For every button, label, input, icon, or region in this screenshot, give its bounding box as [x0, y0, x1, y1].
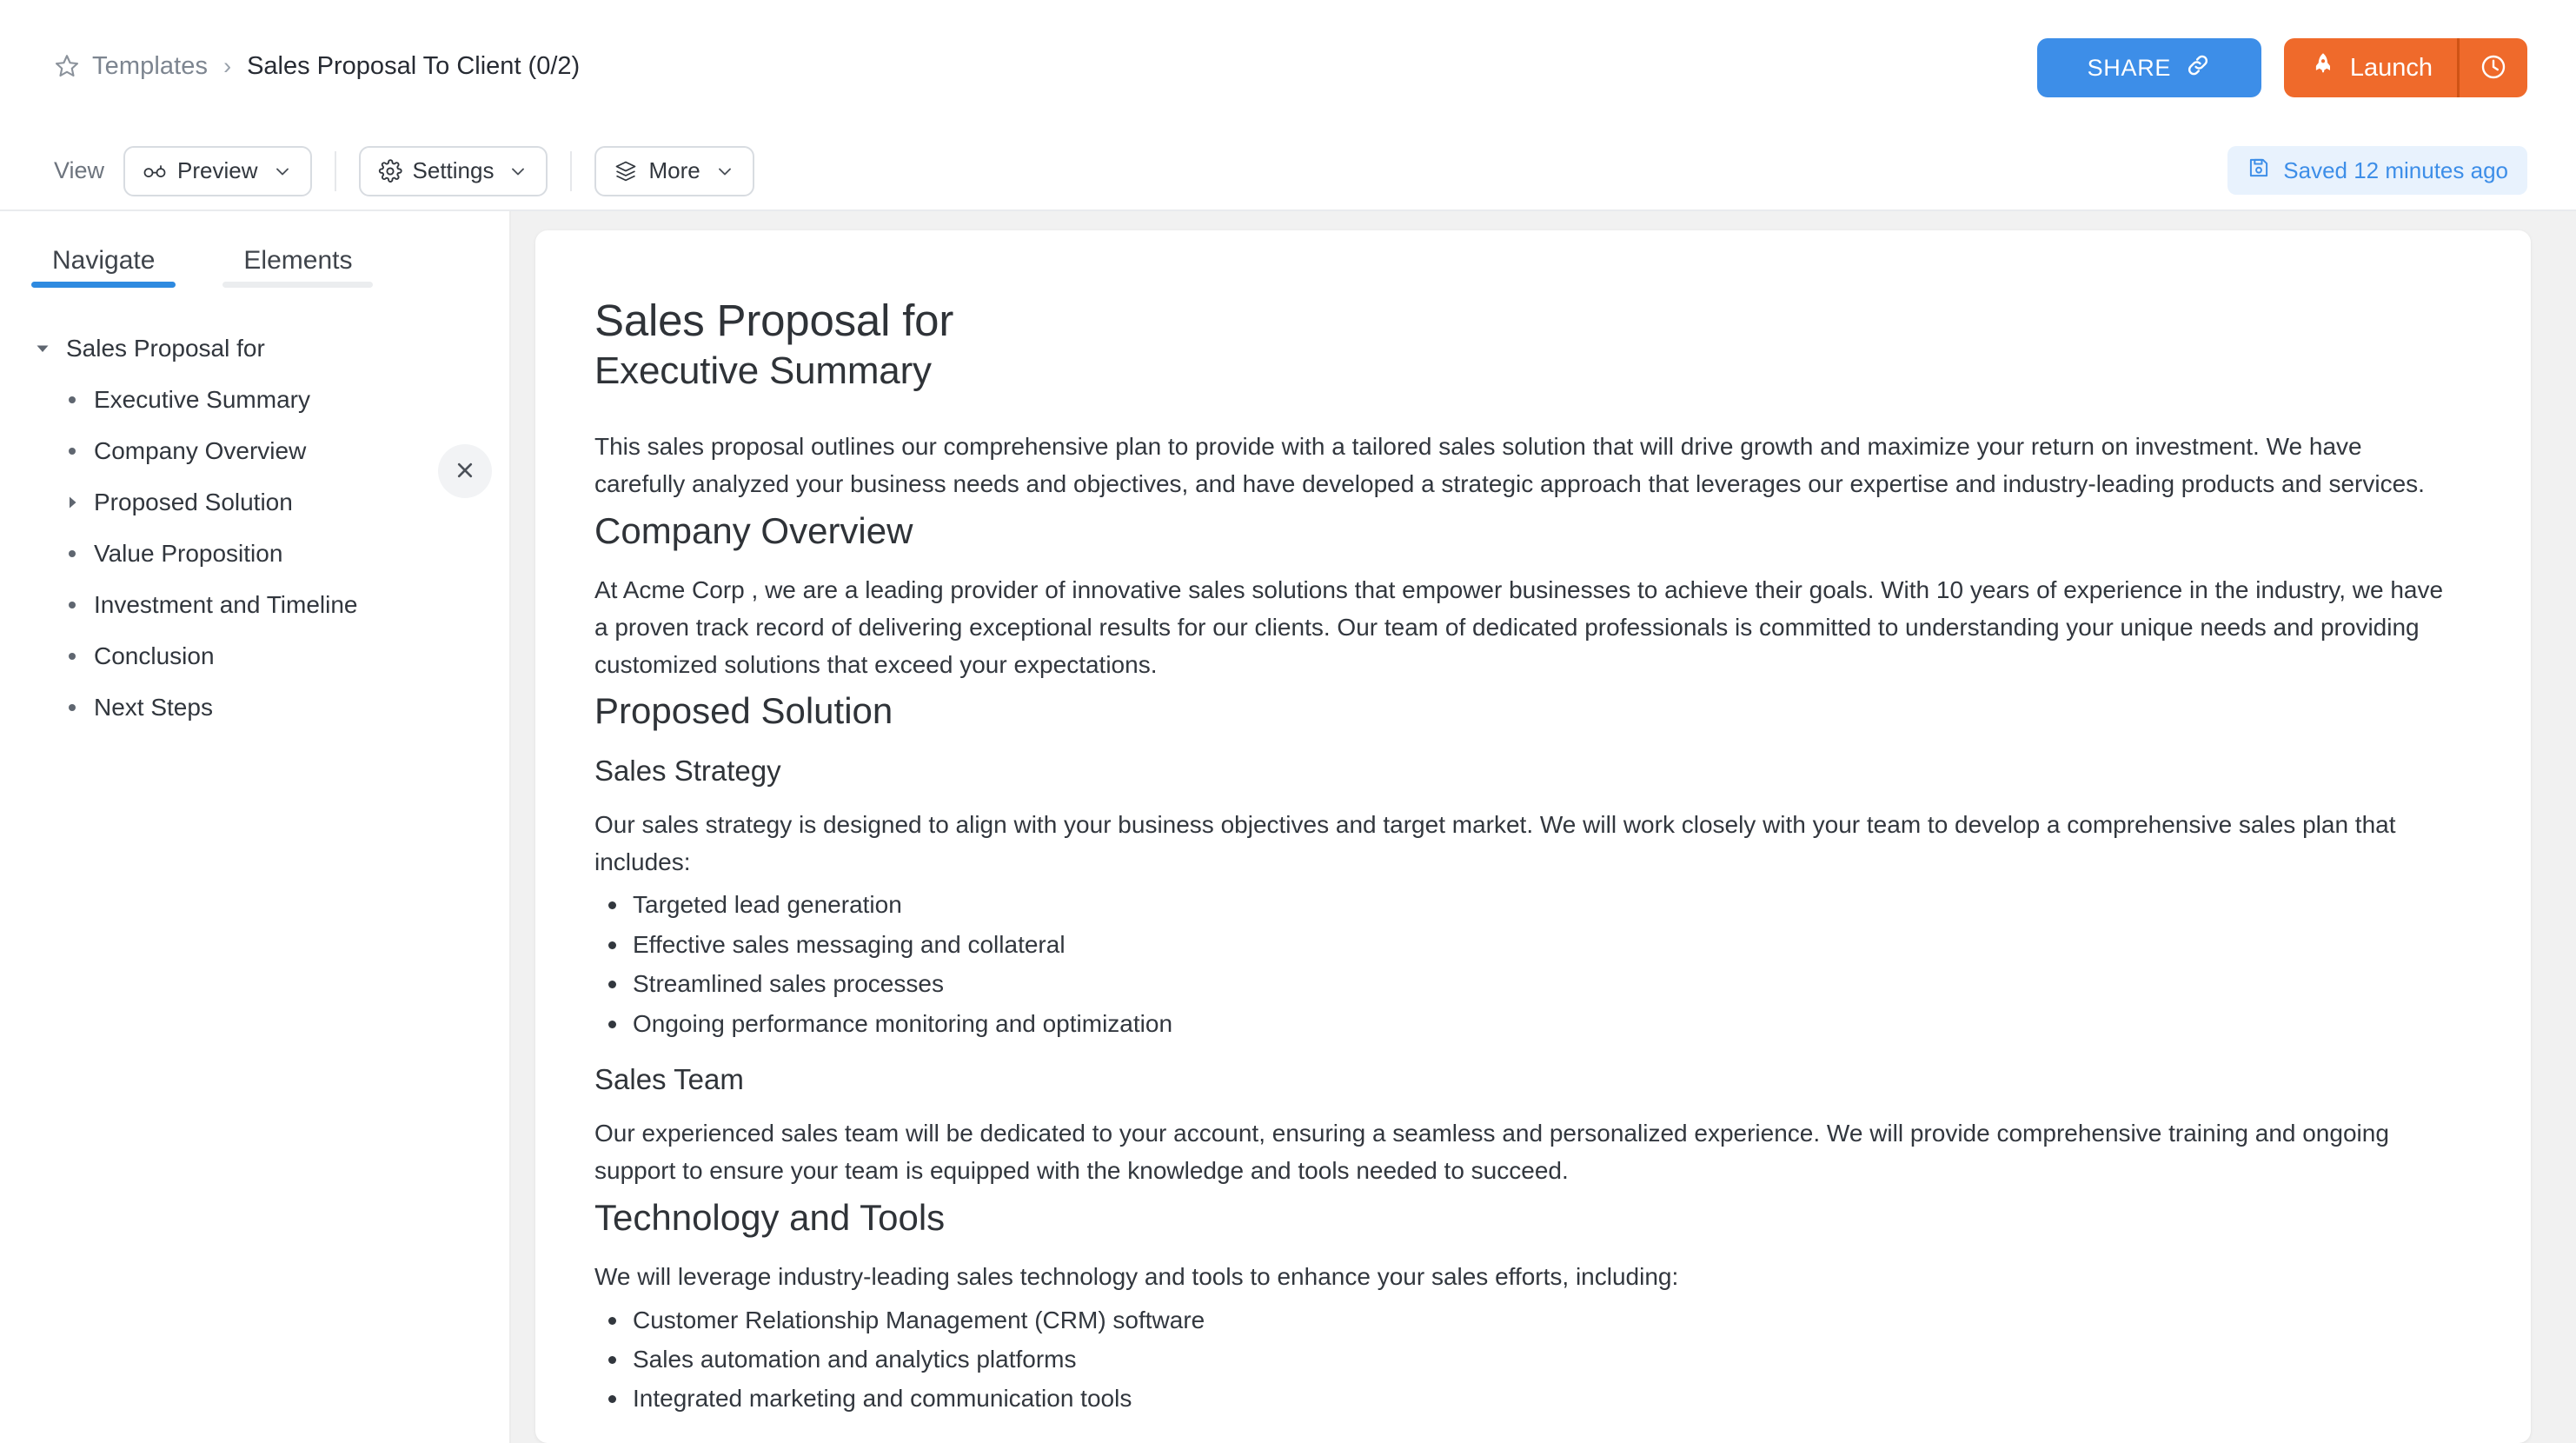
tab-elements[interactable]: Elements	[222, 246, 374, 288]
breadcrumb: Templates › Sales Proposal To Client (0/…	[54, 52, 580, 81]
toolbar-left-group: View Preview Settings More	[54, 132, 777, 209]
bullet-icon	[63, 447, 82, 455]
saved-status-label: Saved 12 minutes ago	[2283, 156, 2508, 183]
launch-button-group: Launch	[2283, 38, 2527, 97]
link-icon	[2185, 52, 2211, 84]
toolbar-divider-2	[570, 150, 573, 191]
preview-group: Preview	[123, 145, 334, 196]
tree-item-next-steps[interactable]: Next Steps	[0, 682, 509, 733]
list-item: Effective sales messaging and collateral	[594, 926, 2454, 963]
launch-button[interactable]: Launch	[2284, 38, 2457, 97]
more-label: More	[648, 157, 700, 183]
layers-icon	[614, 159, 638, 183]
schedule-launch-button[interactable]	[2460, 38, 2527, 97]
company-overview-heading: Company Overview	[594, 509, 913, 551]
view-toolbar: View Preview Settings More Saved 12 minu…	[0, 132, 2576, 211]
toolbar-divider-1	[334, 150, 336, 191]
tree-item-label: Executive Summary	[94, 385, 310, 413]
tree-root-label: Sales Proposal for	[66, 334, 265, 362]
sidebar-panel: Navigate Elements Sales Proposal for Exe…	[0, 211, 511, 1443]
tab-elements-label: Elements	[243, 246, 353, 275]
tree-item-conclusion[interactable]: Conclusion	[0, 630, 509, 682]
tree-item-proposed-solution[interactable]: Proposed Solution	[0, 476, 509, 528]
tree-item-label: Conclusion	[94, 642, 215, 669]
list-item: Sales automation and analytics platforms	[594, 1340, 2454, 1378]
glasses-icon	[143, 159, 167, 183]
close-sidebar-button[interactable]	[438, 444, 492, 498]
clock-icon	[2480, 53, 2507, 83]
tree-item-value-proposition[interactable]: Value Proposition	[0, 528, 509, 579]
breadcrumb-current-title: Sales Proposal To Client (0/2)	[247, 51, 581, 80]
breadcrumb-templates-link[interactable]: Templates	[92, 52, 208, 81]
launch-button-label: Launch	[2349, 53, 2433, 82]
settings-label: Settings	[412, 157, 495, 183]
technology-and-tools-heading: Technology and Tools	[594, 1196, 946, 1238]
settings-group: Settings	[358, 145, 571, 196]
technology-and-tools-list: Customer Relationship Management (CRM) s…	[594, 1301, 2454, 1418]
document-title: Sales Proposal for	[594, 296, 954, 345]
list-item: Ongoing performance monitoring and optim…	[594, 1005, 2454, 1042]
app-header: Templates › Sales Proposal To Client (0/…	[0, 0, 2576, 132]
tab-navigate-label: Navigate	[52, 246, 156, 275]
tab-elements-underline	[222, 282, 374, 288]
document-area: Sales Proposal for Executive Summary Thi…	[511, 211, 2576, 1443]
tree-item-label: Proposed Solution	[94, 488, 293, 515]
save-icon	[2247, 156, 2271, 186]
tree-item-executive-summary[interactable]: Executive Summary	[0, 374, 509, 425]
navigation-tree: Sales Proposal for Executive Summary Com…	[0, 288, 509, 733]
share-button-label: SHARE	[2087, 54, 2172, 81]
bullet-icon	[63, 549, 82, 557]
caret-down-icon[interactable]	[33, 340, 52, 357]
sales-strategy-list: Targeted lead generation Effective sales…	[594, 886, 2454, 1042]
chevron-down-icon	[714, 161, 735, 182]
document-subtitle: Executive Summary	[594, 349, 932, 393]
breadcrumb-separator: ›	[223, 52, 232, 79]
caret-right-icon[interactable]	[63, 494, 82, 511]
tab-navigate-underline	[31, 282, 176, 288]
gear-icon	[378, 158, 402, 183]
executive-summary-paragraph: This sales proposal outlines our compreh…	[594, 433, 2425, 497]
bullet-icon	[63, 396, 82, 403]
sales-team-heading: Sales Team	[594, 1062, 744, 1095]
more-group: More	[594, 145, 776, 196]
bullet-icon	[63, 601, 82, 608]
list-item: Targeted lead generation	[594, 886, 2454, 923]
settings-dropdown[interactable]: Settings	[358, 145, 548, 196]
close-icon	[453, 458, 477, 485]
tree-item-label: Company Overview	[94, 436, 307, 464]
preview-dropdown[interactable]: Preview	[123, 145, 312, 196]
sales-strategy-heading: Sales Strategy	[594, 754, 781, 787]
saved-status-badge[interactable]: Saved 12 minutes ago	[2227, 146, 2527, 195]
tab-navigate[interactable]: Navigate	[31, 246, 176, 288]
proposed-solution-heading: Proposed Solution	[594, 690, 893, 732]
technology-and-tools-paragraph: We will leverage industry-leading sales …	[594, 1262, 1679, 1290]
share-button[interactable]: SHARE	[2036, 38, 2261, 97]
sales-strategy-paragraph: Our sales strategy is designed to align …	[594, 810, 2396, 875]
tree-item-label: Next Steps	[94, 693, 213, 721]
company-overview-paragraph: At Acme Corp , we are a leading provider…	[594, 575, 2444, 678]
bullet-icon	[63, 703, 82, 711]
sales-team-paragraph: Our experienced sales team will be dedic…	[594, 1119, 2389, 1184]
list-item: Integrated marketing and communication t…	[594, 1380, 2454, 1417]
tree-item-label: Value Proposition	[94, 539, 283, 567]
tree-item-label: Investment and Timeline	[94, 590, 358, 618]
preview-label: Preview	[177, 157, 258, 183]
tree-root-node[interactable]: Sales Proposal for	[0, 323, 509, 374]
tree-item-investment-and-timeline[interactable]: Investment and Timeline	[0, 579, 509, 630]
more-dropdown[interactable]: More	[594, 145, 754, 196]
app-body: Navigate Elements Sales Proposal for Exe…	[0, 211, 2576, 1443]
tree-item-company-overview[interactable]: Company Overview	[0, 425, 509, 476]
rocket-icon	[2310, 51, 2336, 84]
chevron-down-icon	[272, 161, 293, 182]
bullet-icon	[63, 652, 82, 660]
chevron-down-icon	[508, 161, 528, 182]
star-icon[interactable]	[54, 53, 80, 79]
sidebar-tabs: Navigate Elements	[0, 211, 509, 288]
view-label: View	[54, 157, 105, 183]
document-card[interactable]: Sales Proposal for Executive Summary Thi…	[535, 230, 2531, 1443]
list-item: Customer Relationship Management (CRM) s…	[594, 1301, 2454, 1339]
list-item: Streamlined sales processes	[594, 965, 2454, 1002]
header-actions: SHARE Launch	[2036, 38, 2527, 97]
